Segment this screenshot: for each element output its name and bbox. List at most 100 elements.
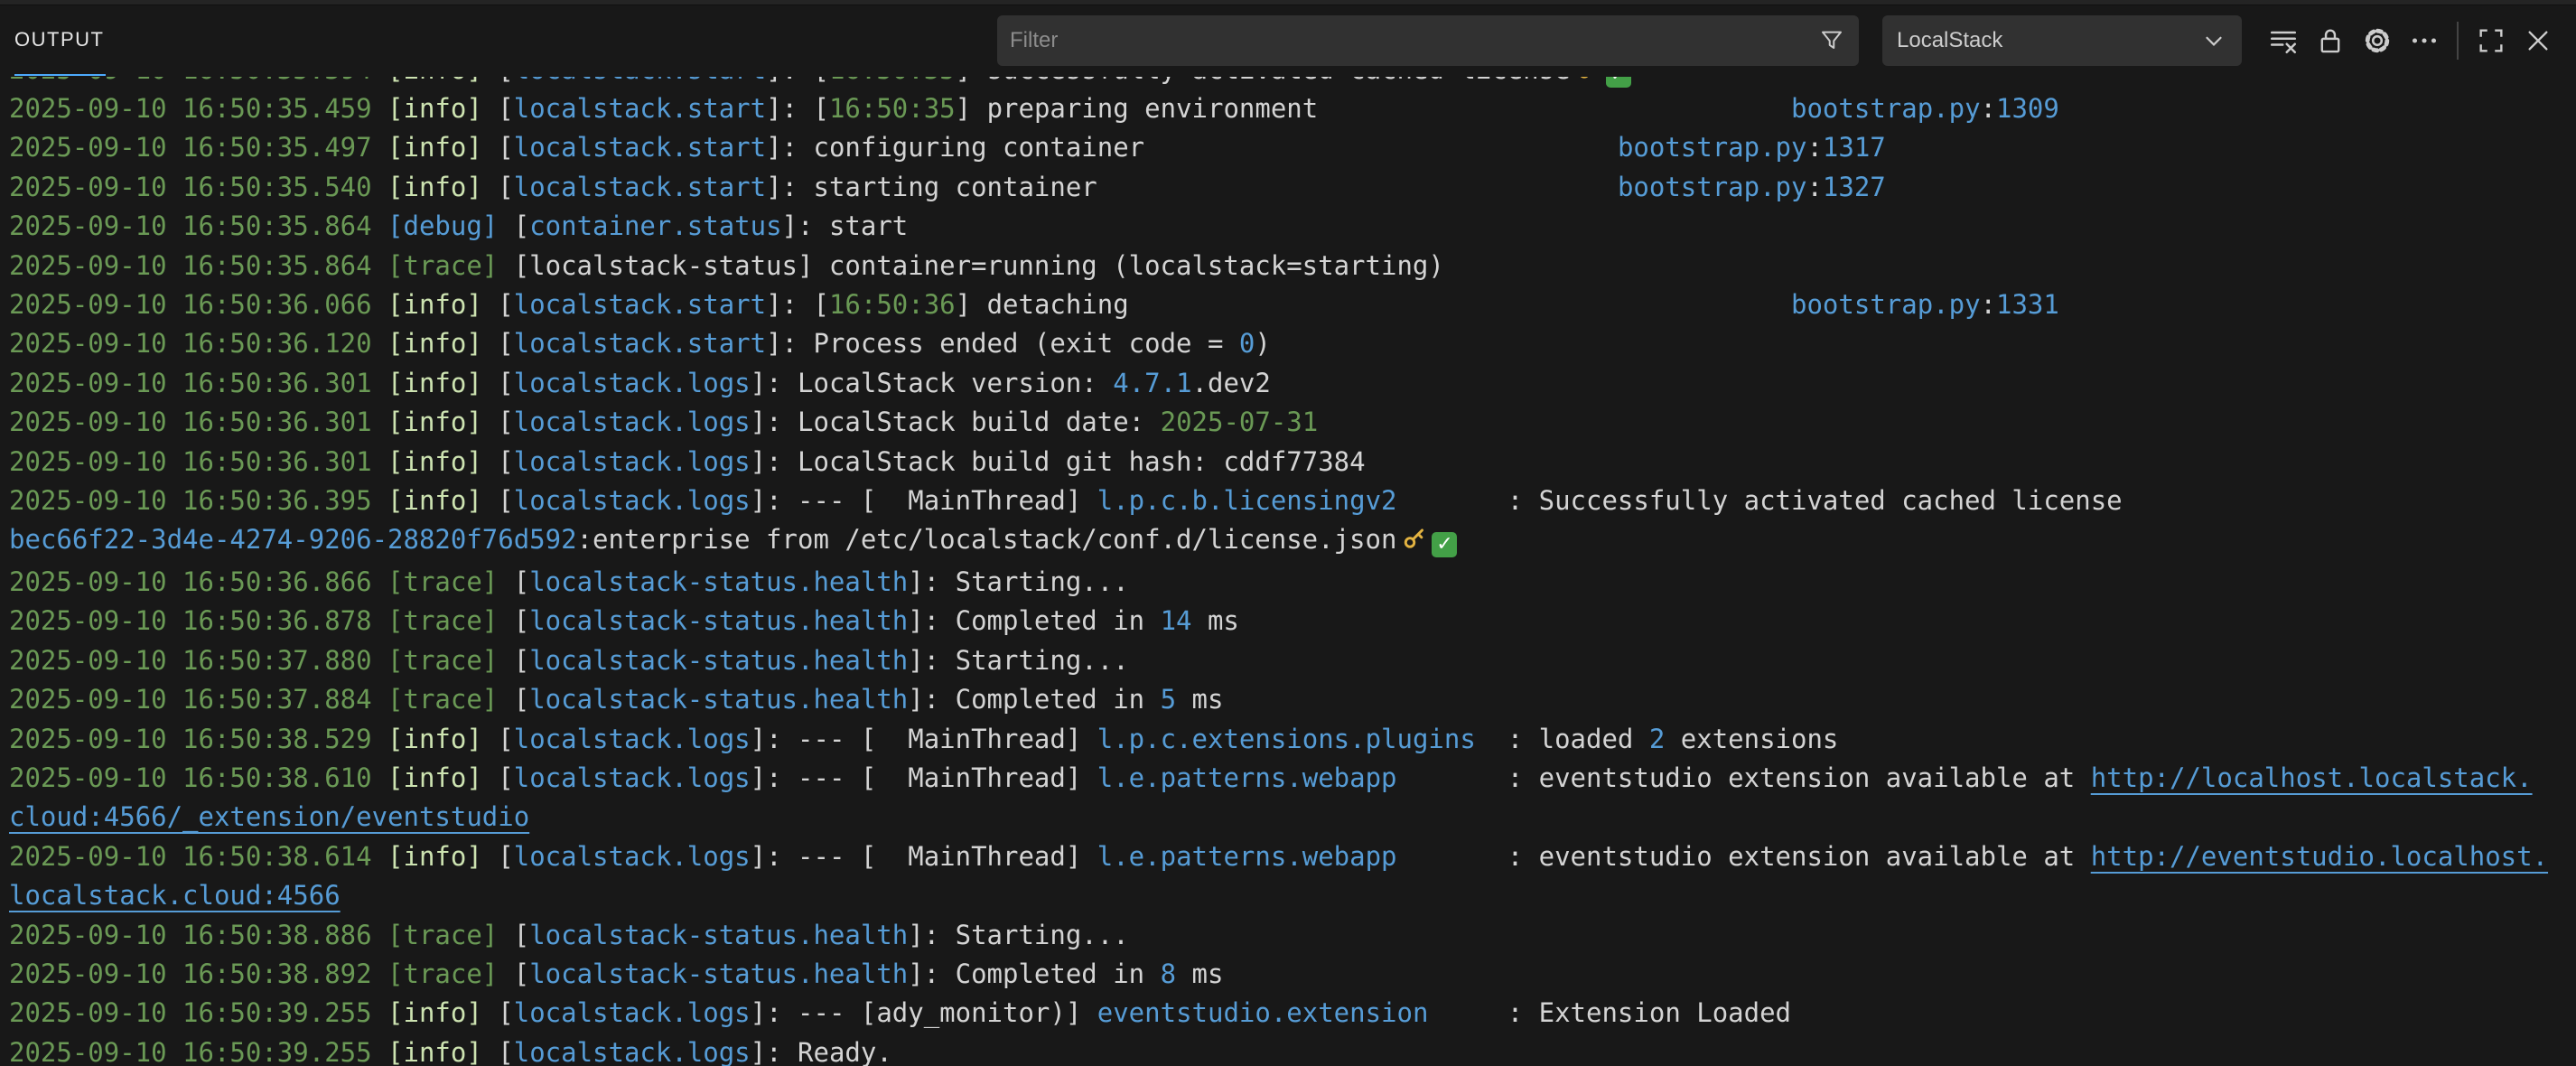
- log-link[interactable]: localstack.cloud:4566: [9, 880, 341, 911]
- log-segment: [482, 328, 498, 359]
- log-segment: [: [498, 485, 513, 516]
- log-segment: ms: [1176, 684, 1223, 715]
- log-segment: ]:: [766, 77, 813, 85]
- log-segment: [482, 1037, 498, 1066]
- log-segment: 2025-09-10 16:50:37.884: [9, 684, 387, 715]
- log-segment: 2025-09-10 16:50:36.301: [9, 407, 387, 437]
- log-segment: l.p.c.extensions.plugins: [1097, 724, 1476, 754]
- log-segment: ]:: [908, 645, 955, 676]
- log-segment: ]:: [908, 566, 955, 597]
- log-segment: 2025-09-10 16:50:35.394: [9, 77, 387, 85]
- log-segment: Ready.: [798, 1037, 892, 1066]
- log-segment: [498, 684, 513, 715]
- close-panel-button[interactable]: [2515, 17, 2562, 64]
- log-line: 2025-09-10 16:50:35.864 [debug] [contain…: [9, 207, 2576, 246]
- log-segment: 2025-09-10 16:50:36.301: [9, 446, 387, 477]
- log-segment: 16:50:35: [829, 77, 956, 85]
- log-segment: Starting...: [956, 920, 1129, 950]
- log-segment: [info]: [387, 446, 482, 477]
- log-segment: Completed in: [956, 684, 1161, 715]
- log-segment: localstack.start: [514, 289, 766, 320]
- log-link[interactable]: http://eventstudio.localhost.: [2091, 841, 2548, 872]
- output-settings-button[interactable]: [2354, 17, 2401, 64]
- log-segment: [: [514, 684, 529, 715]
- log-segment: [1097, 172, 1618, 202]
- log-segment: 2025-09-10 16:50:35.864: [9, 210, 387, 241]
- log-segment: [info]: [387, 1037, 482, 1066]
- log-segment: localstack-status.health: [529, 566, 908, 597]
- more-actions-button[interactable]: [2401, 17, 2448, 64]
- log-segment: ]:: [751, 1037, 798, 1066]
- log-segment: LocalStack build date:: [798, 407, 1161, 437]
- maximize-panel-button[interactable]: [2468, 17, 2515, 64]
- log-segment: [trace]: [387, 920, 498, 950]
- filter-input[interactable]: [1010, 28, 1817, 53]
- log-segment: ]:: [908, 605, 955, 636]
- log-segment: l.e.patterns.webapp: [1097, 762, 1397, 793]
- log-segment: 2025-09-10 16:50:35.864: [9, 250, 387, 281]
- log-line: 2025-09-10 16:50:37.884 [trace] [localst…: [9, 680, 2576, 719]
- log-segment: ]:: [751, 724, 798, 754]
- output-panel-header: OUTPUT LocalStack: [0, 5, 2576, 76]
- key-emoji: [1402, 523, 1426, 562]
- log-segment: [: [498, 93, 513, 124]
- log-segment: [: [498, 841, 513, 872]
- log-segment: [: [514, 210, 529, 241]
- log-segment: [498, 566, 513, 597]
- log-segment: ms: [1192, 605, 1239, 636]
- log-segment: --- [ MainThread]: [798, 762, 1097, 793]
- lock-icon: [2315, 25, 2346, 56]
- log-line: 2025-09-10 16:50:37.880 [trace] [localst…: [9, 641, 2576, 680]
- log-line: 2025-09-10 16:50:36.866 [trace] [localst…: [9, 563, 2576, 602]
- log-segment: ]:: [908, 920, 955, 950]
- log-segment: --- [ MainThread]: [798, 724, 1097, 754]
- log-segment: 0: [1239, 328, 1255, 359]
- log-segment: [1144, 132, 1618, 163]
- clear-all-icon: [2267, 24, 2300, 57]
- log-line-partial: 2025-09-10 16:50:35.394 [info] [localsta…: [9, 77, 2576, 89]
- log-segment: [: [498, 368, 513, 398]
- funnel-filter-icon[interactable]: [1817, 26, 1846, 55]
- tab-output[interactable]: OUTPUT: [14, 5, 106, 76]
- log-segment: 2025-09-10 16:50:36.066: [9, 289, 387, 320]
- log-segment: 16:50:36: [829, 289, 956, 320]
- log-segment: starting container: [813, 172, 1097, 202]
- log-link[interactable]: http://localhost.localstack.: [2091, 762, 2533, 793]
- log-segment: Starting...: [956, 566, 1129, 597]
- log-segment: [info]: [387, 997, 482, 1028]
- log-segment: [1318, 93, 1791, 124]
- log-segment: ]:: [751, 368, 798, 398]
- log-segment: l.p.c.b.licensingv2: [1097, 485, 1397, 516]
- log-segment: Process ended (exit code =: [813, 328, 1238, 359]
- log-line: cloud:4566/_extension/eventstudio: [9, 798, 2576, 837]
- log-segment: 2025-09-10 16:50:37.880: [9, 645, 387, 676]
- log-segment: [482, 446, 498, 477]
- log-segment: [trace]: [387, 605, 498, 636]
- log-segment: localstack.logs: [514, 997, 751, 1028]
- log-line: 2025-09-10 16:50:38.614 [info] [localsta…: [9, 837, 2576, 876]
- log-segment: Starting...: [956, 645, 1129, 676]
- log-segment: localstack.start: [514, 132, 766, 163]
- log-segment: [info]: [387, 407, 482, 437]
- expand-icon: [2476, 25, 2506, 56]
- log-segment: ): [1255, 328, 1270, 359]
- output-channel-select[interactable]: LocalStack: [1882, 15, 2242, 66]
- check-mark-emoji: ✓: [1432, 532, 1457, 557]
- clear-output-button[interactable]: [2260, 17, 2307, 64]
- log-output-area[interactable]: 2025-09-10 16:50:35.394 [info] [localsta…: [0, 76, 2576, 1066]
- log-link[interactable]: cloud:4566/_extension/eventstudio: [9, 801, 529, 832]
- lock-autoscroll-button[interactable]: [2307, 17, 2354, 64]
- log-segment: 5: [1161, 684, 1176, 715]
- log-segment: [: [498, 1037, 513, 1066]
- log-segment: [: [498, 724, 513, 754]
- log-segment: [info]: [387, 328, 482, 359]
- log-segment: [: [498, 77, 513, 85]
- log-segment: .dev2: [1192, 368, 1271, 398]
- log-segment: [: [498, 132, 513, 163]
- log-segment: --- [ MainThread]: [798, 485, 1097, 516]
- log-segment: 2025-07-31: [1161, 407, 1319, 437]
- log-segment: 8: [1161, 958, 1176, 989]
- log-line: 2025-09-10 16:50:35.497 [info] [localsta…: [9, 128, 2576, 167]
- log-segment: 2025-09-10 16:50:36.878: [9, 605, 387, 636]
- log-segment: : eventstudio extension available at: [1397, 762, 2091, 793]
